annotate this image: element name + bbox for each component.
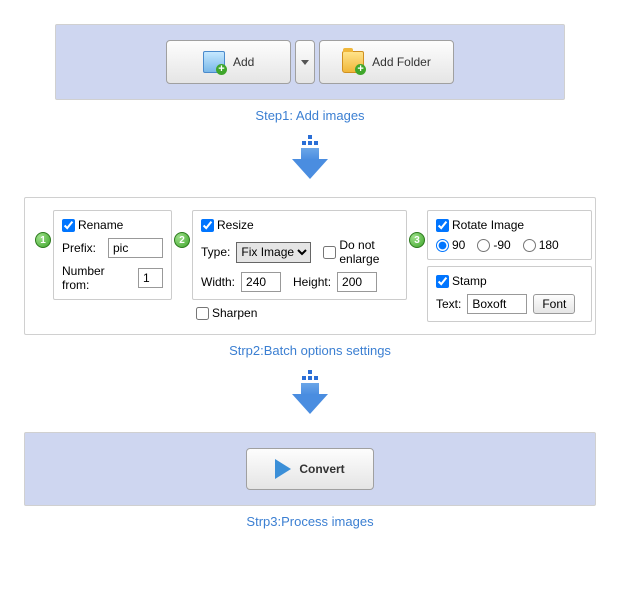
type-label: Type: [201, 245, 230, 259]
rotate-180-label: 180 [539, 238, 559, 252]
rename-checkbox-label: Rename [78, 218, 123, 232]
prefix-input[interactable] [108, 238, 163, 258]
stamp-text-input[interactable] [467, 294, 527, 314]
step1-caption: Step1: Add images [24, 108, 596, 123]
do-not-enlarge-input[interactable] [323, 246, 336, 259]
font-button[interactable]: Font [533, 294, 575, 314]
rotate-180-input[interactable] [523, 239, 536, 252]
rotate-neg90-input[interactable] [477, 239, 490, 252]
add-folder-button[interactable]: Add Folder [319, 40, 454, 84]
resize-checkbox-input[interactable] [201, 219, 214, 232]
folder-add-icon [342, 51, 364, 73]
height-input[interactable] [337, 272, 377, 292]
do-not-enlarge-checkbox[interactable]: Do not enlarge [323, 238, 398, 266]
height-label: Height: [293, 275, 331, 289]
step1-panel: Add Add Folder [55, 24, 565, 100]
add-button[interactable]: Add [166, 40, 291, 84]
rotate-90-label: 90 [452, 238, 465, 252]
chevron-down-icon [301, 60, 309, 65]
width-input[interactable] [241, 272, 281, 292]
convert-button[interactable]: Convert [246, 448, 373, 490]
step3-caption: Strp3:Process images [24, 514, 596, 529]
rotate-90-input[interactable] [436, 239, 449, 252]
stamp-group: Stamp Text: Font [427, 266, 592, 322]
convert-button-label: Convert [299, 462, 344, 476]
resize-checkbox[interactable]: Resize [201, 218, 398, 232]
resize-group: Resize Type: Fix Image Do not enlarge Wi… [192, 210, 407, 300]
type-select[interactable]: Fix Image [236, 242, 311, 263]
resize-checkbox-label: Resize [217, 218, 254, 232]
badge-3: 3 [409, 232, 425, 248]
add-folder-button-label: Add Folder [372, 55, 431, 69]
rename-checkbox-input[interactable] [62, 219, 75, 232]
rotate-90-radio[interactable]: 90 [436, 238, 465, 252]
step2-caption: Strp2:Batch options settings [24, 343, 596, 358]
stamp-text-label: Text: [436, 297, 461, 311]
rotate-180-radio[interactable]: 180 [523, 238, 559, 252]
step3-panel: Convert [24, 432, 596, 506]
sharpen-checkbox-input[interactable] [196, 307, 209, 320]
add-dropdown-button[interactable] [295, 40, 315, 84]
stamp-checkbox-label: Stamp [452, 274, 487, 288]
badge-2: 2 [174, 232, 190, 248]
rotate-neg90-radio[interactable]: -90 [477, 238, 510, 252]
add-button-label: Add [233, 55, 254, 69]
badge-1: 1 [35, 232, 51, 248]
play-icon [275, 459, 291, 479]
number-from-label: Number from: [62, 264, 132, 292]
rotate-checkbox-label: Rotate Image [452, 218, 524, 232]
rotate-checkbox[interactable]: Rotate Image [436, 218, 583, 232]
image-add-icon [203, 51, 225, 73]
sharpen-label: Sharpen [212, 306, 257, 320]
sharpen-checkbox[interactable]: Sharpen [196, 306, 407, 320]
rename-checkbox[interactable]: Rename [62, 218, 163, 232]
rotate-checkbox-input[interactable] [436, 219, 449, 232]
stamp-checkbox[interactable]: Stamp [436, 274, 583, 288]
arrow-down-icon [24, 135, 596, 179]
arrow-down-icon [24, 370, 596, 414]
step2-panel: 1 Rename Prefix: Number from: 2 Resize T… [24, 197, 596, 335]
prefix-label: Prefix: [62, 241, 102, 255]
do-not-enlarge-label: Do not enlarge [339, 238, 398, 266]
stamp-checkbox-input[interactable] [436, 275, 449, 288]
width-label: Width: [201, 275, 235, 289]
number-from-input[interactable] [138, 268, 163, 288]
rotate-neg90-label: -90 [493, 238, 510, 252]
rename-group: Rename Prefix: Number from: [53, 210, 172, 300]
rotate-group: Rotate Image 90 -90 180 [427, 210, 592, 260]
